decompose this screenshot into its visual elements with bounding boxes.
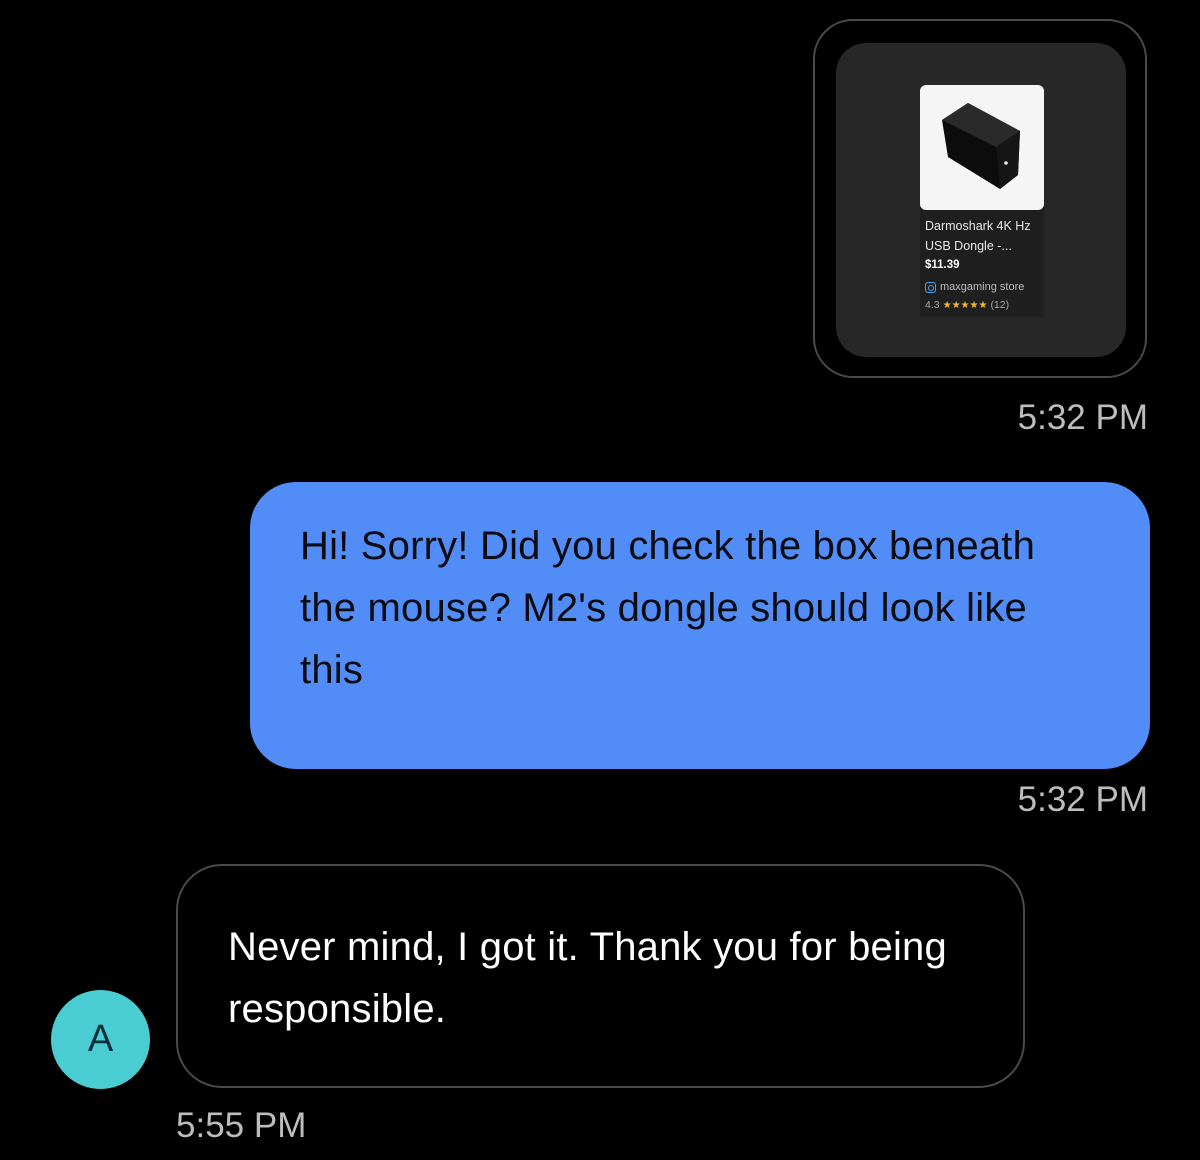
product-price: $11.39 [925, 259, 960, 271]
avatar-initial: A [87, 1018, 114, 1060]
outgoing-message-bubble[interactable]: Hi! Sorry! Did you check the box beneath… [250, 482, 1150, 769]
product-title: Darmoshark 4K Hz USB Dongle -... [925, 216, 1041, 256]
product-store: maxgaming store [925, 281, 1024, 293]
product-image [920, 85, 1044, 210]
avatar[interactable]: A [51, 990, 150, 1089]
usb-dongle-image [942, 103, 1020, 189]
store-name: maxgaming store [940, 281, 1025, 293]
star-icon: ★★★★★ [942, 299, 988, 311]
rating-value: 4.3 [925, 299, 940, 311]
incoming-message-bubble[interactable]: Never mind, I got it. Thank you for bein… [176, 864, 1025, 1088]
outgoing-message-text: Hi! Sorry! Did you check the box beneath… [300, 524, 1036, 692]
message-timestamp: 5:32 PM [1017, 398, 1148, 437]
incoming-message-text: Never mind, I got it. Thank you for bein… [228, 925, 947, 1031]
product-title-line2: USB Dongle -... [925, 239, 1012, 253]
product-card[interactable]: Darmoshark 4K Hz USB Dongle -... $11.39 … [920, 85, 1044, 317]
message-timestamp: 5:55 PM [176, 1106, 307, 1145]
store-logo-icon [925, 281, 936, 293]
product-rating: 4.3 ★★★★★ (12) [925, 299, 1009, 311]
product-title-line1: Darmoshark 4K Hz [925, 219, 1031, 233]
review-count: (12) [990, 299, 1010, 311]
message-timestamp: 5:32 PM [1017, 780, 1148, 819]
